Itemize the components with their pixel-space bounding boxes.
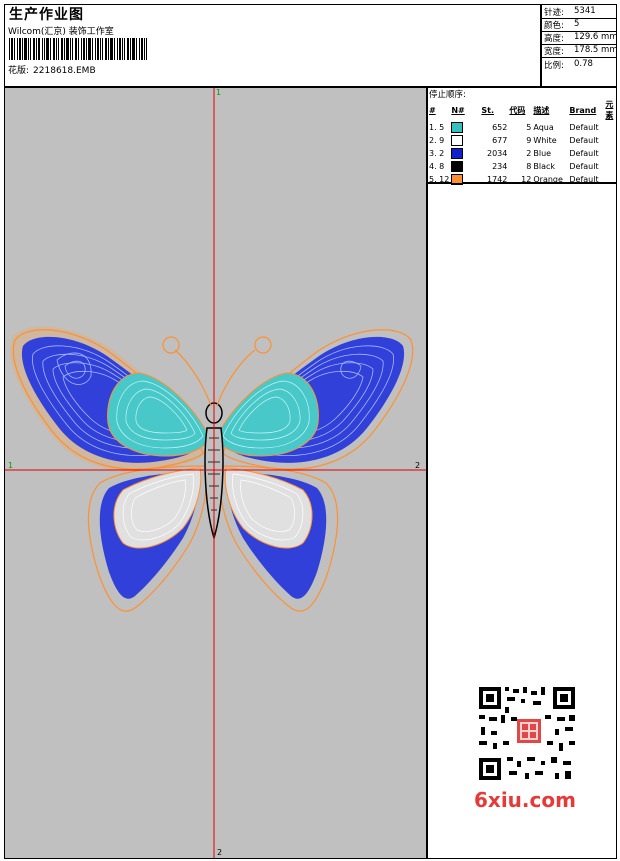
stop-sequence-panel: 停止顺序: # N# St. 代码 描述 Brand 元素 1. 5 652 5 Aq… bbox=[427, 87, 617, 186]
design-file-line: 花版: 2218618.EMB bbox=[8, 63, 100, 76]
cell-brand: Default bbox=[569, 149, 599, 158]
color-swatch bbox=[450, 134, 480, 147]
stat-colors: 颜色: 5 bbox=[544, 19, 580, 31]
cell-idx: 2. 9 bbox=[429, 136, 445, 145]
table-row: 3. 2 2034 2 Blue Default bbox=[428, 147, 616, 160]
cell-brand: Default bbox=[569, 123, 599, 132]
cell-st: 2034 bbox=[487, 149, 508, 158]
cell-st: 677 bbox=[492, 136, 508, 145]
table-header-row: # N# St. 代码 描述 Brand 元素 bbox=[429, 100, 614, 120]
cell-elem bbox=[604, 134, 616, 147]
axis-right-label: 2 bbox=[415, 461, 421, 470]
watermark-site: 6xiu.com bbox=[474, 788, 576, 812]
cell-idx: 1. 5 bbox=[429, 123, 445, 132]
cell-elem bbox=[604, 121, 616, 134]
right-lower-wing bbox=[219, 465, 339, 612]
color-swatch bbox=[450, 147, 480, 160]
header-panel: 生产作业图 Wilcom(汇京) 装饰工作室 花版: 2218618.EMB bbox=[4, 4, 541, 87]
cell-desc: Blue bbox=[533, 149, 552, 158]
stat-stitches: 针迹: 5341 bbox=[544, 6, 596, 18]
cell-elem bbox=[604, 160, 616, 173]
axis-top-label: 1 bbox=[216, 88, 222, 97]
design-file: 2218618.EMB bbox=[33, 66, 96, 76]
table-row: 2. 9 677 9 White Default bbox=[428, 134, 616, 147]
stat-scale: 比例: 0.78 bbox=[544, 59, 593, 71]
axis-bottom-label: 2 bbox=[217, 848, 223, 857]
company-name: Wilcom(汇京) 装饰工作室 bbox=[8, 27, 114, 37]
cell-elem bbox=[604, 147, 616, 160]
cell-desc: Aqua bbox=[533, 123, 554, 132]
cell-code: 9 bbox=[526, 136, 532, 145]
stats-panel: 针迹: 5341 颜色: 5 高度: 129.6 mm 宽度: 178.5 mm 比例:… bbox=[541, 4, 618, 87]
cell-code: 5 bbox=[526, 123, 532, 132]
color-swatch-icon bbox=[451, 161, 464, 172]
stat-height: 高度: 129.6 mm bbox=[544, 32, 618, 44]
table-row: 1. 5 652 5 Aqua Default bbox=[428, 121, 616, 134]
cell-desc: Black bbox=[533, 162, 556, 171]
table-row: 4. 8 234 8 Black Default bbox=[428, 160, 616, 173]
cell-st: 652 bbox=[492, 123, 508, 132]
butterfly-design-icon bbox=[5, 88, 426, 858]
barcode-icon bbox=[9, 38, 147, 60]
color-swatch-icon bbox=[451, 122, 464, 133]
cell-idx: 4. 8 bbox=[429, 162, 445, 171]
qr-code-icon bbox=[471, 681, 583, 786]
cell-brand: Default bbox=[569, 136, 599, 145]
cell-st: 234 bbox=[492, 162, 508, 171]
cell-desc: White bbox=[533, 136, 557, 145]
stop-sequence-table: # N# St. 代码 描述 Brand 元素 1. 5 652 5 Aqua Defa… bbox=[428, 99, 616, 186]
cell-idx: 3. 2 bbox=[429, 149, 445, 158]
color-swatch-icon bbox=[451, 135, 464, 146]
stat-width: 宽度: 178.5 mm bbox=[544, 45, 618, 57]
document-title: 生产作业图 bbox=[9, 7, 84, 23]
design-canvas[interactable]: 1 2 1 2 bbox=[4, 87, 427, 859]
cell-code: 8 bbox=[526, 162, 532, 171]
axis-left-label: 1 bbox=[8, 461, 14, 470]
cell-brand: Default bbox=[569, 162, 599, 171]
cell-code: 2 bbox=[526, 149, 532, 158]
left-lower-wing bbox=[87, 465, 207, 612]
color-swatch bbox=[450, 121, 480, 134]
color-swatch-icon bbox=[451, 148, 464, 159]
color-swatch bbox=[450, 160, 480, 173]
design-label: 花版: bbox=[8, 66, 30, 76]
